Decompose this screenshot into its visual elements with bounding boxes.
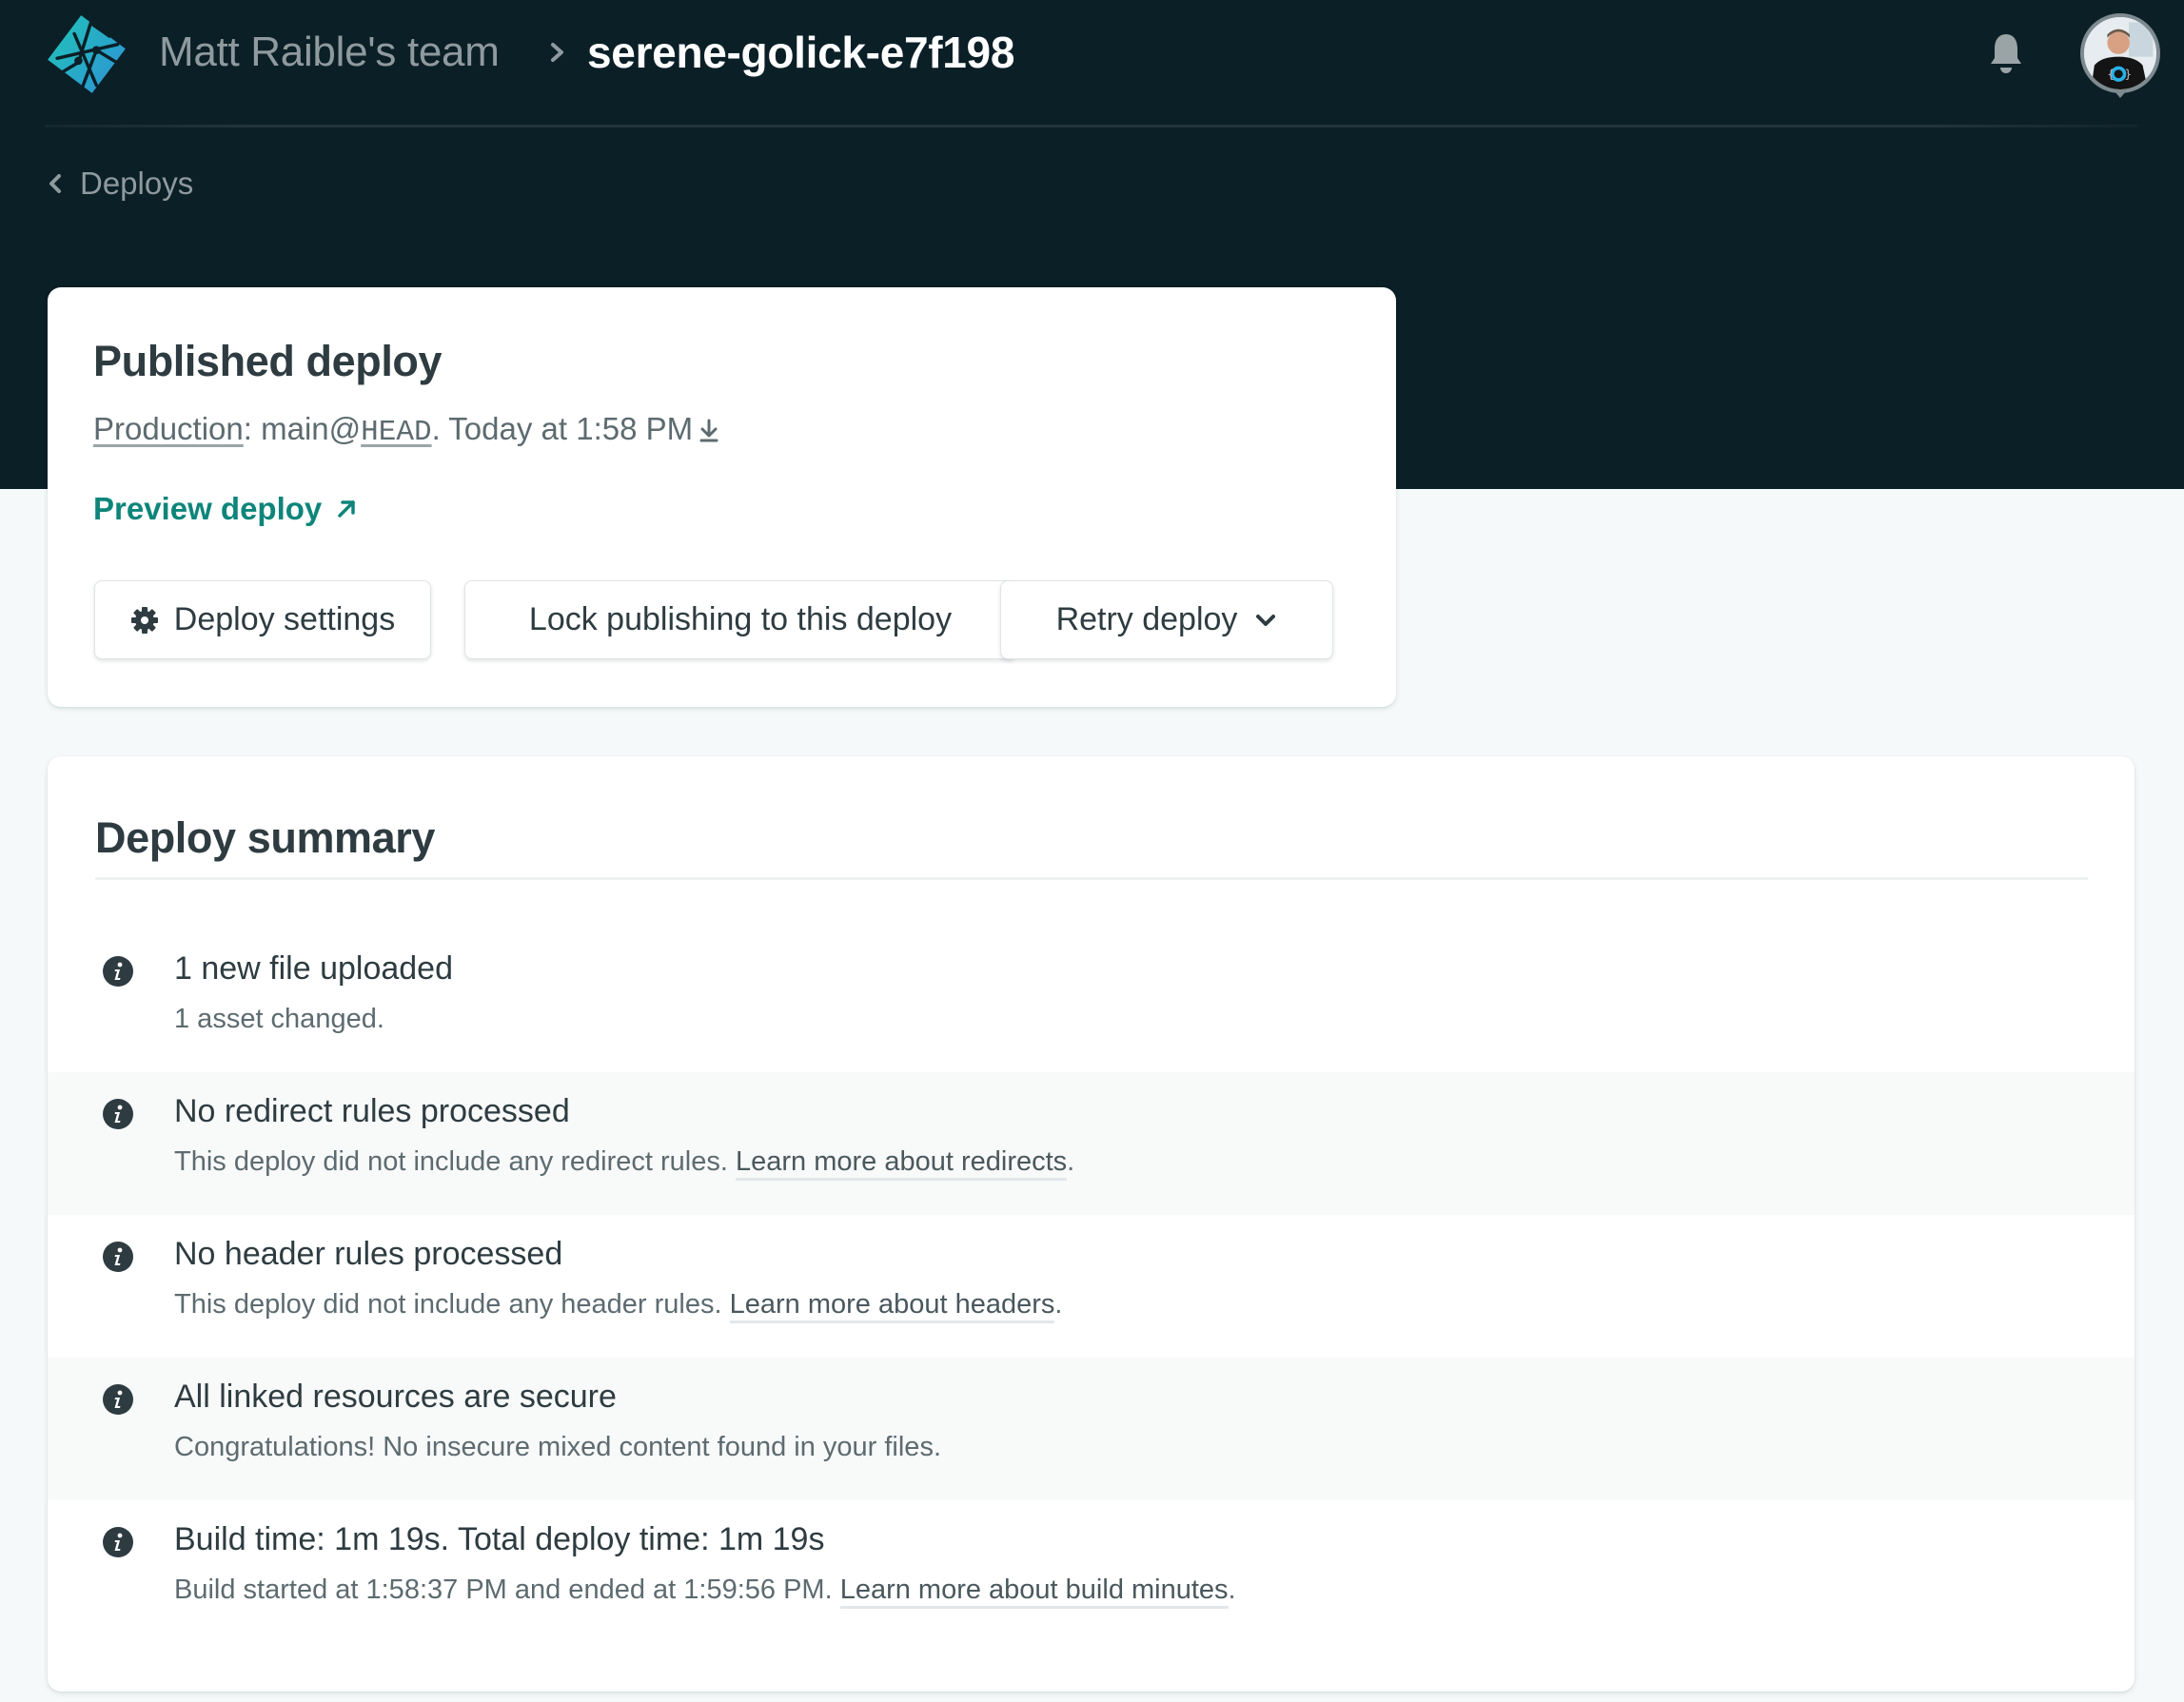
learn-more-redirects-link[interactable]: Learn more about redirects: [735, 1146, 1068, 1181]
info-icon: [103, 1527, 133, 1557]
retry-deploy-label: Retry deploy: [1055, 601, 1238, 637]
info-icon: [103, 1384, 133, 1415]
gear-icon: [130, 606, 158, 634]
summary-item-desc-text: Congratulations! No insecure mixed conte…: [174, 1432, 941, 1462]
branch-name: main@: [261, 411, 362, 446]
avatar-photo-icon: { }: [2084, 17, 2156, 89]
user-avatar[interactable]: { }: [2080, 13, 2160, 93]
learn-more-build-minutes-link[interactable]: Learn more about build minutes: [839, 1575, 1229, 1609]
summary-item-desc-text: This deploy did not include any redirect…: [174, 1146, 736, 1177]
summary-item-mixed-content: All linked resources are secure Congratu…: [48, 1358, 2135, 1500]
summary-item-title: All linked resources are secure: [174, 1379, 617, 1415]
download-icon[interactable]: [698, 417, 719, 443]
summary-item-title: No header rules processed: [174, 1236, 563, 1272]
chevron-right-icon: [551, 43, 563, 62]
info-icon: [103, 1242, 133, 1272]
back-link-label: Deploys: [80, 166, 194, 201]
summary-item-title: 1 new file uploaded: [174, 950, 454, 987]
summary-item-desc: Congratulations! No insecure mixed conte…: [174, 1432, 941, 1463]
netlify-logo-icon[interactable]: [46, 13, 128, 95]
external-link-arrow-icon: [338, 500, 356, 518]
lock-publishing-button[interactable]: Lock publishing to this deploy: [464, 580, 1016, 659]
summary-item-desc-text: This deploy did not include any header r…: [174, 1289, 730, 1320]
breadcrumb-site[interactable]: serene-golick-e7f198: [587, 27, 1014, 78]
summary-item-files: 1 new file uploaded 1 asset changed.: [48, 929, 2135, 1072]
summary-item-desc-text: 1 asset changed.: [174, 1004, 384, 1034]
svg-text:}: }: [2125, 67, 2133, 81]
summary-item-desc-text: Build started at 1:58:37 PM and ended at…: [174, 1575, 840, 1605]
info-icon: [103, 1099, 133, 1129]
preview-deploy-label: Preview deploy: [93, 491, 323, 526]
deploy-settings-label: Deploy settings: [173, 601, 396, 637]
summary-item-desc-tail: .: [1228, 1575, 1236, 1605]
avatar-pointer: [2115, 91, 2126, 98]
retry-deploy-button[interactable]: Retry deploy: [1000, 580, 1333, 659]
summary-item-desc-tail: .: [1054, 1289, 1063, 1320]
chevron-down-icon: [1256, 614, 1276, 626]
summary-item-desc: This deploy did not include any header r…: [174, 1289, 1063, 1323]
deploy-time: . Today at 1:58 PM: [431, 411, 694, 446]
deploy-settings-button[interactable]: Deploy settings: [94, 580, 431, 659]
summary-item-redirects: No redirect rules processed This deploy …: [48, 1072, 2135, 1215]
published-deploy-title: Published deploy: [93, 337, 443, 385]
preview-deploy-link[interactable]: Preview deploy: [93, 491, 358, 527]
production-context-link[interactable]: Production: [93, 411, 244, 447]
meta-separator: :: [243, 411, 262, 446]
commit-link[interactable]: HEAD: [361, 416, 431, 449]
summary-item-title: No redirect rules processed: [174, 1093, 570, 1129]
summary-item-desc: This deploy did not include any redirect…: [174, 1146, 1075, 1181]
lock-publishing-label: Lock publishing to this deploy: [528, 601, 953, 637]
bell-icon[interactable]: [1989, 31, 2023, 75]
summary-item-build-time: Build time: 1m 19s. Total deploy time: 1…: [48, 1500, 2135, 1643]
summary-item-desc: Build started at 1:58:37 PM and ended at…: [174, 1575, 1236, 1609]
summary-item-title: Build time: 1m 19s. Total deploy time: 1…: [174, 1521, 825, 1557]
summary-item-desc: 1 asset changed.: [174, 1004, 384, 1035]
summary-list: 1 new file uploaded 1 asset changed. No …: [48, 929, 2135, 1643]
deploy-summary-card: Deploy summary 1 new file uploaded 1 ass…: [48, 756, 2135, 1692]
published-deploy-card: Published deploy Production: main@ HEAD. …: [48, 287, 1396, 707]
summary-divider: [95, 877, 2088, 880]
top-bar: Matt Raible's team serene-golick-e7f198 …: [0, 0, 2184, 112]
info-icon: [103, 956, 133, 987]
learn-more-headers-link[interactable]: Learn more about headers: [729, 1289, 1055, 1323]
summary-item-headers: No header rules processed This deploy di…: [48, 1215, 2135, 1358]
deploy-summary-title: Deploy summary: [95, 813, 436, 862]
summary-item-desc-tail: .: [1067, 1146, 1075, 1177]
header-divider: [46, 125, 2139, 127]
chevron-left-icon: [49, 174, 61, 193]
back-to-deploys-link[interactable]: Deploys: [46, 166, 193, 202]
svg-text:{: {: [2107, 67, 2115, 81]
breadcrumb-team[interactable]: Matt Raible's team: [159, 29, 500, 76]
deploy-meta: Production: main@ HEAD. Today at 1:58 PM: [93, 411, 719, 449]
